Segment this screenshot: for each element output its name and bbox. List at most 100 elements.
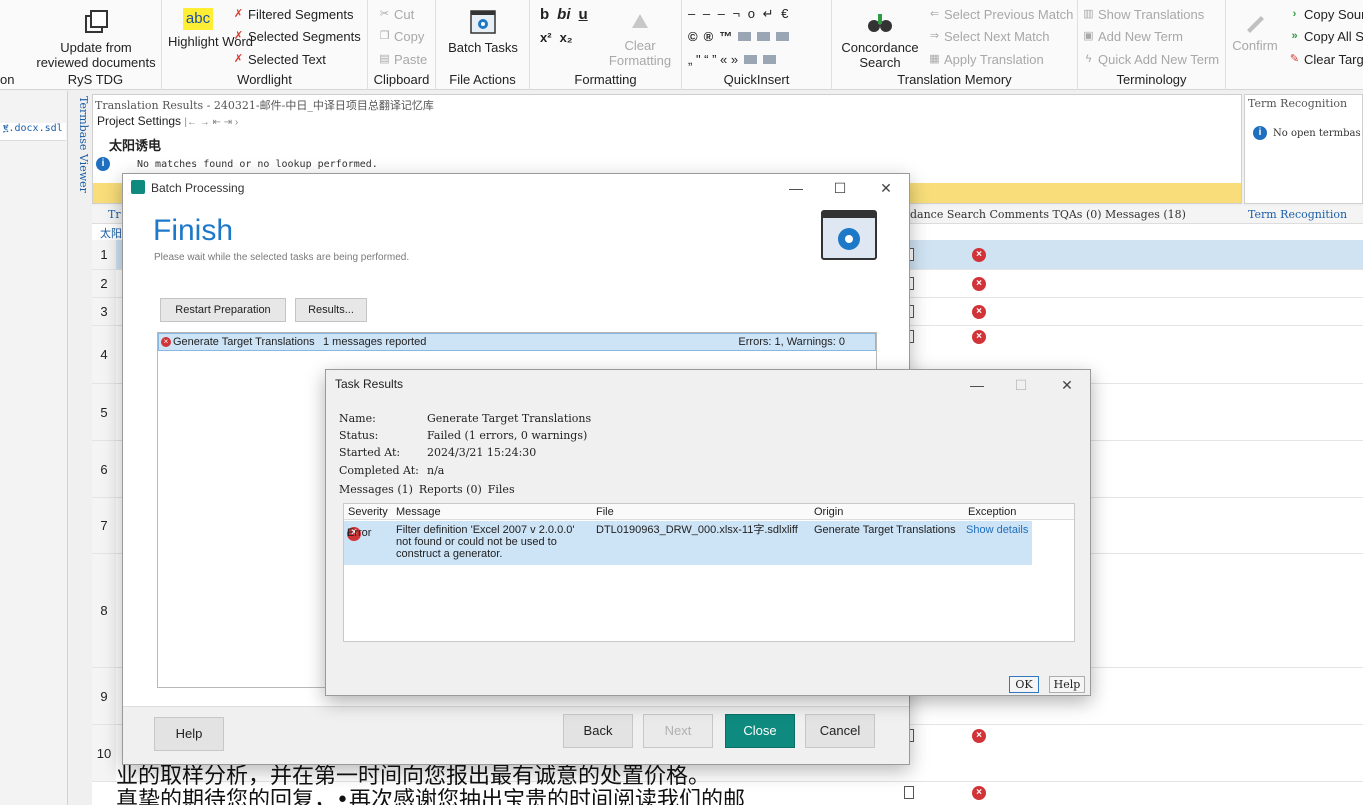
- quickinsert-symbols[interactable]: – – – ¬ o ↵ €: [688, 6, 790, 22]
- group-label-file-actions: File Actions: [449, 72, 516, 87]
- help-button[interactable]: Help: [1049, 676, 1085, 693]
- close-button[interactable]: Close: [725, 714, 795, 748]
- maximize-button[interactable]: ☐: [829, 178, 851, 198]
- add-new-term-button[interactable]: ▣ Add New Term: [1082, 29, 1183, 44]
- grid-tabs-right[interactable]: dance Search Comments TQAs (0) Messages …: [910, 208, 1186, 221]
- error-icon[interactable]: ×: [972, 277, 986, 291]
- col-message[interactable]: Message: [396, 506, 441, 518]
- format-super-sub[interactable]: x² x₂: [540, 30, 573, 45]
- highlight-word-button[interactable]: abc Highlight Word: [168, 8, 253, 49]
- segment-number: 8: [92, 554, 116, 667]
- table-row[interactable]: × Error Filter definition 'Excel 2007 v …: [344, 521, 1032, 565]
- copy-source-button[interactable]: › Copy Sour: [1288, 7, 1363, 22]
- ok-button[interactable]: OK: [1009, 676, 1039, 693]
- tab-reports[interactable]: Reports (0): [419, 483, 482, 496]
- nav-arrows-icon[interactable]: |← → ⇤ ⇥ ›: [184, 117, 238, 128]
- minimize-button[interactable]: —: [966, 375, 988, 395]
- underline-icon[interactable]: u: [579, 6, 588, 23]
- maximize-button[interactable]: ☐: [1010, 375, 1032, 395]
- info-name: Name: Generate Target Translations: [339, 412, 592, 425]
- file-tab[interactable]: ፪.docx.sdl: [0, 123, 66, 141]
- error-icon[interactable]: ×: [972, 248, 986, 262]
- group-file-actions: Batch Tasks File Actions: [436, 0, 530, 90]
- copy-all-source-button[interactable]: » Copy All S: [1288, 29, 1363, 44]
- tag-icon[interactable]: [738, 32, 752, 41]
- paste-icon: ▤: [379, 53, 390, 65]
- segment-number: 10: [92, 725, 116, 781]
- message-cell: Filter definition 'Excel 2007 v 2.0.0.0'…: [396, 524, 575, 560]
- filtered-segments-button[interactable]: ✗ Filtered Segments: [232, 7, 354, 22]
- paste-button[interactable]: ▤ Paste: [378, 52, 427, 67]
- select-previous-match-button[interactable]: ⇐ Select Previous Match: [928, 7, 1073, 22]
- clear-target-button[interactable]: ✎ Clear Targ: [1288, 52, 1363, 67]
- subscript-icon[interactable]: x₂: [560, 30, 573, 45]
- tag-icon[interactable]: [744, 55, 758, 64]
- concordance-search-button[interactable]: Concordance Search: [836, 8, 924, 70]
- copy-button[interactable]: ❐ Copy: [378, 29, 425, 44]
- apply-translation-button[interactable]: ▦ Apply Translation: [928, 52, 1043, 67]
- quickinsert-row2[interactable]: © ® ™: [688, 29, 790, 44]
- col-severity[interactable]: Severity: [348, 506, 388, 518]
- tag-icon[interactable]: [763, 55, 777, 64]
- scissors-icon: ✂: [379, 8, 390, 20]
- batch-titlebar[interactable]: Batch Processing — ☐ ✕: [123, 174, 909, 202]
- quick-add-new-term-button[interactable]: ϟ Quick Add New Term: [1082, 52, 1220, 67]
- col-file[interactable]: File: [596, 506, 614, 518]
- add-term-icon: ▣: [1083, 30, 1094, 42]
- selected-text-button[interactable]: ✗ Selected Text: [232, 52, 326, 67]
- superscript-icon[interactable]: x²: [540, 30, 552, 45]
- group-confirm: Confirm: [1226, 0, 1284, 90]
- show-translations-button[interactable]: ▥ Show Translations: [1082, 7, 1204, 22]
- update-from-reviewed-button[interactable]: Update from reviewed documents: [34, 8, 158, 70]
- copy-icon: ❐: [379, 30, 390, 42]
- bold-italic-icon[interactable]: bi: [557, 6, 570, 23]
- confirm-button[interactable]: Confirm: [1226, 10, 1284, 53]
- tab-messages[interactable]: Messages (1): [339, 483, 413, 496]
- file-cell: DTL0190963_DRW_000.xlsx-11字.sdlxliff: [596, 524, 798, 536]
- batch-title: Batch Processing: [151, 181, 245, 195]
- registered-icon[interactable]: ®: [704, 29, 714, 44]
- close-window-button[interactable]: ✕: [875, 178, 897, 198]
- selected-segments-button[interactable]: ✗ Selected Segments: [232, 29, 361, 44]
- restart-preparation-button[interactable]: Restart Preparation: [160, 298, 286, 322]
- quickinsert-row3[interactable]: „ " “ ” « »: [688, 52, 777, 67]
- show-details-link[interactable]: Show details: [966, 524, 1028, 536]
- trademark-icon[interactable]: ™: [719, 29, 732, 44]
- origin-cell: Generate Target Translations: [814, 524, 956, 536]
- next-button[interactable]: Next: [643, 714, 713, 748]
- messages-table-header: Severity Message File Origin Exception: [344, 504, 1074, 520]
- error-icon[interactable]: ×: [972, 729, 986, 743]
- col-origin[interactable]: Origin: [814, 506, 843, 518]
- quote-icon[interactable]: „ " “ ” « »: [688, 52, 738, 67]
- tag-icon[interactable]: [776, 32, 790, 41]
- error-icon[interactable]: ×: [972, 305, 986, 319]
- term-recognition-pane: Term Recognition i No open termbas: [1244, 94, 1363, 204]
- format-bold-italic-underline[interactable]: b bi u: [540, 6, 588, 23]
- close-window-button[interactable]: ✕: [1056, 375, 1078, 395]
- col-exception[interactable]: Exception: [968, 506, 1016, 518]
- error-icon[interactable]: ×: [972, 330, 986, 344]
- bold-icon[interactable]: b: [540, 6, 549, 23]
- copyright-icon[interactable]: ©: [688, 29, 698, 44]
- cut-button[interactable]: ✂ Cut: [378, 7, 414, 22]
- term-recognition-tab[interactable]: Term Recognition: [1248, 208, 1347, 221]
- tag-icon[interactable]: [757, 32, 771, 41]
- termbase-viewer-tab[interactable]: Termbase Viewer: [72, 96, 90, 206]
- project-settings-link[interactable]: Project Settings |← → ⇤ ⇥ ›: [97, 114, 238, 128]
- help-button[interactable]: Help: [154, 717, 224, 751]
- group-translation-memory: Concordance Search ⇐ Select Previous Matc…: [832, 0, 1078, 90]
- messages-table: Severity Message File Origin Exception ×…: [343, 503, 1075, 642]
- back-button[interactable]: Back: [563, 714, 633, 748]
- binoculars-icon: [868, 14, 892, 32]
- error-icon[interactable]: ×: [972, 786, 986, 800]
- minimize-button[interactable]: —: [785, 178, 807, 198]
- clear-formatting-button[interactable]: Clear Formatting: [598, 10, 682, 68]
- select-next-match-button[interactable]: ⇒ Select Next Match: [928, 29, 1050, 44]
- task-row[interactable]: × Generate Target Translations 1 message…: [158, 333, 876, 351]
- cancel-button[interactable]: Cancel: [805, 714, 875, 748]
- batch-tasks-button[interactable]: Batch Tasks: [446, 8, 520, 55]
- eraser-icon: [632, 14, 648, 28]
- results-button[interactable]: Results...: [295, 298, 367, 322]
- grid-tab-left[interactable]: Tr: [108, 208, 121, 221]
- tab-files[interactable]: Files: [488, 483, 515, 496]
